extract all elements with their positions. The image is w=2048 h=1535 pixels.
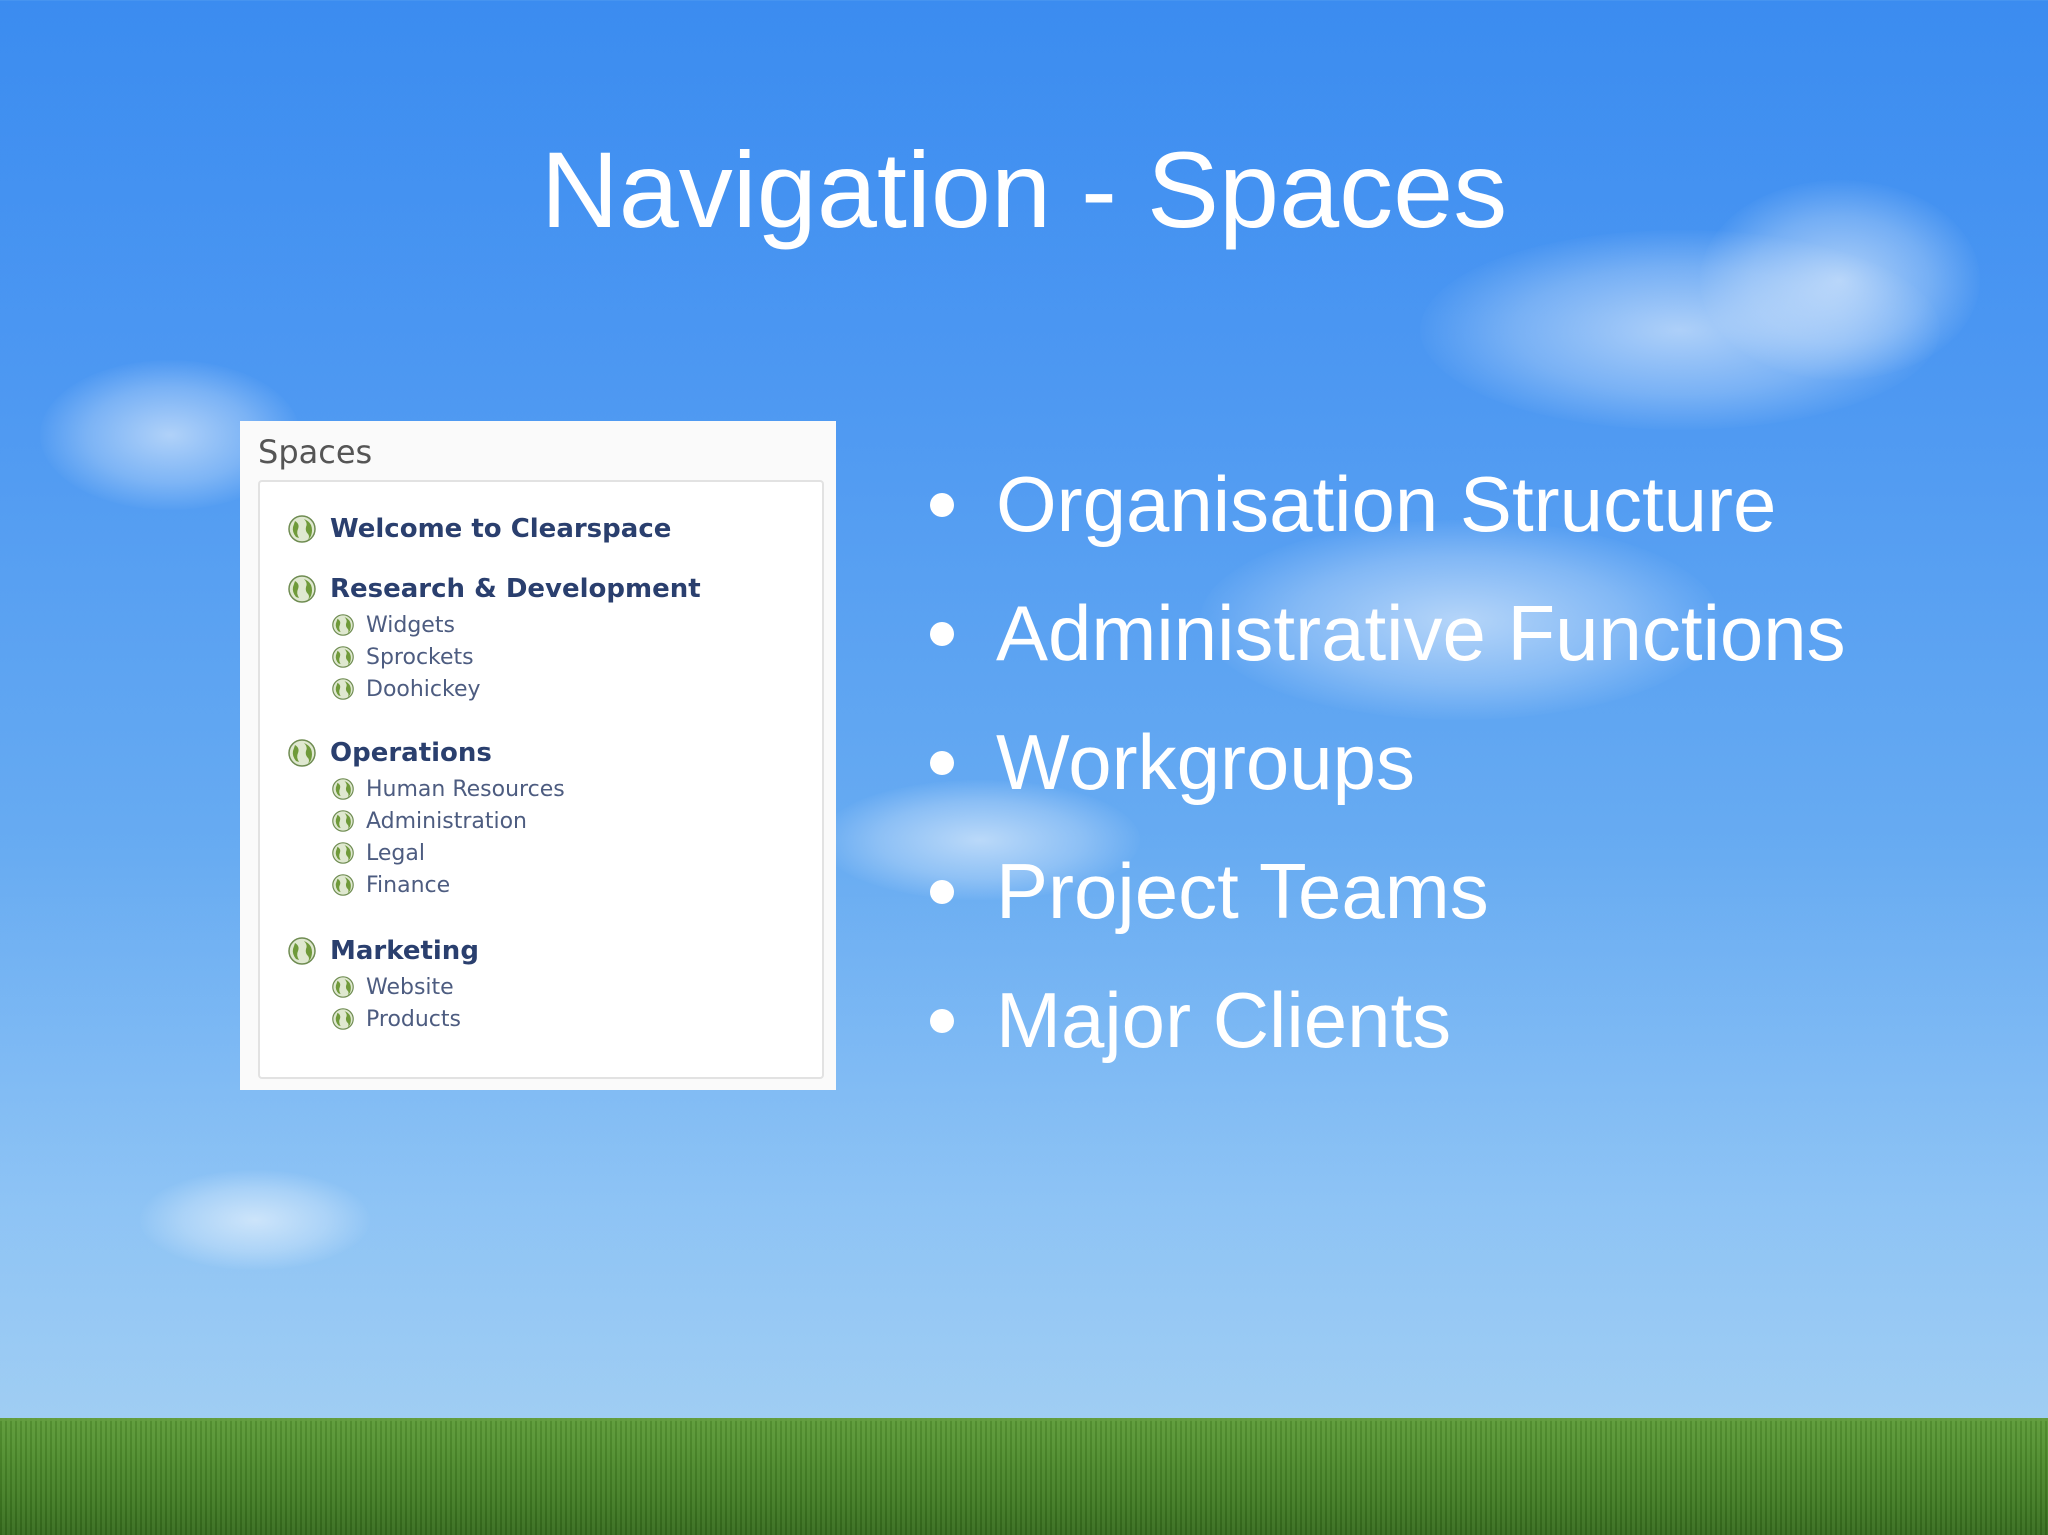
space-label: Welcome to Clearspace (330, 514, 672, 544)
spaces-list: Welcome to Clearspace Research & Develop… (258, 480, 824, 1079)
subspace-label: Doohickey (366, 676, 481, 702)
globe-icon (332, 646, 354, 668)
subspace-label: Widgets (366, 612, 455, 638)
bullet-dot (930, 750, 954, 775)
space-group: Research & Development Widgets Sprockets… (288, 569, 701, 705)
space-link-marketing[interactable]: Marketing (288, 931, 479, 971)
spaces-panel-screenshot: Spaces Welcome to Clearspace Research & … (240, 421, 836, 1090)
bullet-item: Workgroups (930, 698, 1846, 827)
cloud (1420, 230, 1940, 430)
subspace-label: Website (366, 974, 454, 1000)
bullet-text: Administrative Functions (996, 589, 1846, 677)
subspace-link-website[interactable]: Website (332, 971, 479, 1003)
bullet-text: Major Clients (996, 976, 1452, 1064)
bullet-dot (930, 1008, 954, 1033)
globe-icon (332, 678, 354, 700)
space-group: Welcome to Clearspace (288, 509, 671, 549)
space-group: Operations Human Resources Administratio… (288, 733, 565, 901)
bullet-text: Workgroups (996, 718, 1416, 806)
bullet-item: Project Teams (930, 827, 1846, 956)
subspace-link-administration[interactable]: Administration (332, 805, 565, 837)
subspace-label: Human Resources (366, 776, 565, 802)
globe-icon (288, 515, 316, 543)
cloud (140, 1170, 370, 1270)
subspace-link-sprockets[interactable]: Sprockets (332, 641, 701, 673)
globe-icon (332, 810, 354, 832)
bullet-item: Administrative Functions (930, 569, 1846, 698)
bullet-dot (930, 492, 954, 517)
subspace-link-products[interactable]: Products (332, 1003, 479, 1035)
bullet-text: Organisation Structure (996, 460, 1777, 548)
bullet-dot (930, 879, 954, 904)
globe-icon (288, 937, 316, 965)
slide-title: Navigation - Spaces (540, 129, 1508, 250)
globe-icon (332, 976, 354, 998)
subspace-link-widgets[interactable]: Widgets (332, 609, 701, 641)
subspace-link-legal[interactable]: Legal (332, 837, 565, 869)
globe-icon (332, 1008, 354, 1030)
subspace-label: Sprockets (366, 644, 474, 670)
space-label: Operations (330, 738, 492, 768)
subspace-label: Finance (366, 872, 451, 898)
globe-icon (288, 575, 316, 603)
space-link-welcome[interactable]: Welcome to Clearspace (288, 509, 671, 549)
grass-strip (0, 1418, 2048, 1535)
space-group: Marketing Website Products (288, 931, 479, 1035)
globe-icon (332, 778, 354, 800)
subspace-link-finance[interactable]: Finance (332, 869, 565, 901)
subspace-link-doohickey[interactable]: Doohickey (332, 673, 701, 705)
space-label: Research & Development (330, 574, 701, 604)
bullet-item: Major Clients (930, 956, 1846, 1085)
bullet-dot (930, 621, 954, 646)
subspace-link-human-resources[interactable]: Human Resources (332, 773, 565, 805)
space-link-research[interactable]: Research & Development (288, 569, 701, 609)
globe-icon (332, 874, 354, 896)
globe-icon (288, 739, 316, 767)
bullet-text: Project Teams (996, 847, 1489, 935)
space-link-operations[interactable]: Operations (288, 733, 565, 773)
bullet-item: Organisation Structure (930, 440, 1846, 569)
subspace-label: Administration (366, 808, 527, 834)
space-label: Marketing (330, 936, 479, 966)
subspace-label: Products (366, 1006, 461, 1032)
subspace-label: Legal (366, 840, 425, 866)
bullet-list: Organisation Structure Administrative Fu… (930, 440, 1846, 1085)
globe-icon (332, 842, 354, 864)
spaces-panel-title: Spaces (258, 433, 373, 471)
globe-icon (332, 614, 354, 636)
